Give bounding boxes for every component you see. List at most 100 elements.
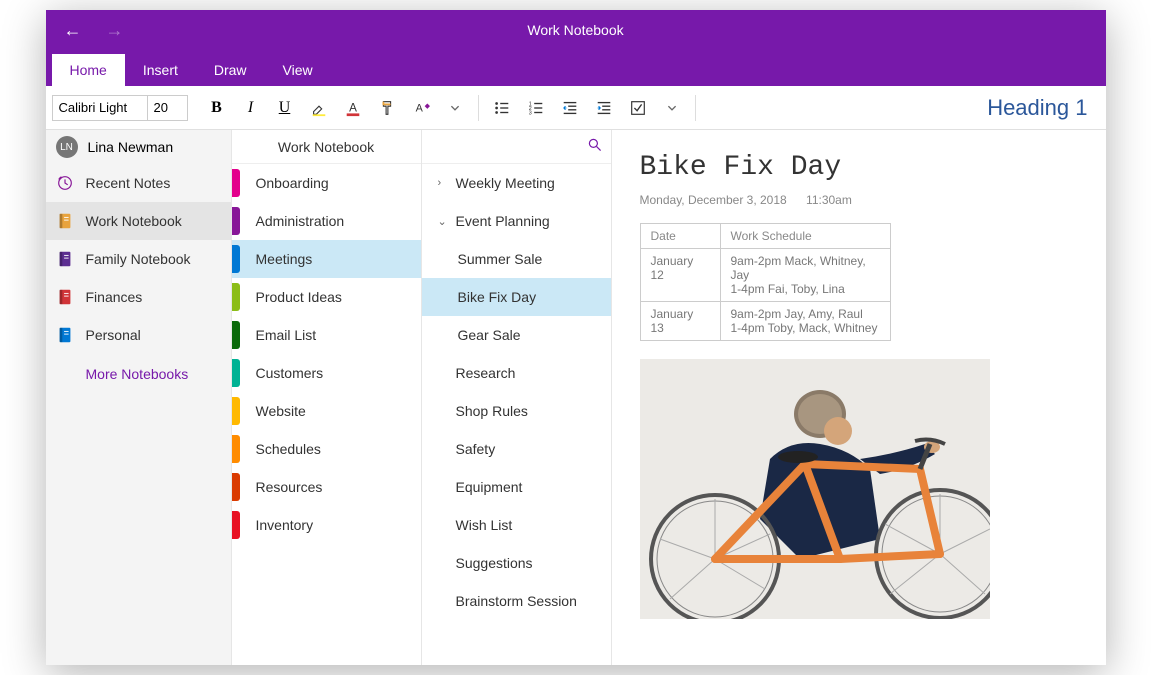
section-color-tab [232, 359, 240, 387]
body-area: LN Lina Newman Recent Notes Work Noteboo… [46, 130, 1106, 665]
svg-text:A: A [415, 102, 423, 114]
table-cell-date: January 13 [640, 302, 720, 341]
section-color-tab [232, 207, 240, 235]
section-label: Customers [256, 365, 324, 381]
outdent-button[interactable] [553, 91, 587, 125]
notebook-icon [56, 326, 74, 344]
font-color-button[interactable]: A [336, 91, 370, 125]
section-item[interactable]: Meetings [232, 240, 421, 278]
highlight-button[interactable] [302, 91, 336, 125]
page-label: Equipment [456, 479, 523, 495]
sections-header: Work Notebook [232, 130, 421, 164]
section-label: Product Ideas [256, 289, 342, 305]
tab-draw[interactable]: Draw [196, 54, 265, 86]
user-row[interactable]: LN Lina Newman [46, 130, 231, 164]
schedule-table[interactable]: Date Work Schedule January 129am-2pm Mac… [640, 223, 891, 341]
section-item[interactable]: Resources [232, 468, 421, 506]
notebook-item[interactable]: Finances [46, 278, 231, 316]
page-item[interactable]: Shop Rules [422, 392, 611, 430]
more-notebooks-link[interactable]: More Notebooks [46, 354, 231, 394]
titlebar: ← → Work Notebook [46, 10, 1106, 50]
number-list-button[interactable]: 123 [519, 91, 553, 125]
chevron-right-icon: › [438, 177, 450, 189]
section-color-tab [232, 397, 240, 425]
section-color-tab [232, 321, 240, 349]
page-item[interactable]: Summer Sale [422, 240, 611, 278]
page-item[interactable]: Brainstorm Session [422, 582, 611, 620]
section-item[interactable]: Customers [232, 354, 421, 392]
section-item[interactable]: Schedules [232, 430, 421, 468]
notebook-label: Finances [86, 289, 143, 305]
page-label: Research [456, 365, 516, 381]
tab-home[interactable]: Home [52, 54, 125, 86]
more-formatting-dropdown[interactable] [438, 91, 472, 125]
notebook-icon [56, 288, 74, 306]
page-label: Bike Fix Day [458, 289, 537, 305]
section-label: Meetings [256, 251, 313, 267]
page-date: Monday, December 3, 2018 11:30am [640, 193, 1078, 207]
search-icon[interactable] [587, 137, 603, 156]
clear-format-button[interactable]: A◆ [404, 91, 438, 125]
page-item[interactable]: ⌄ Event Planning [422, 202, 611, 240]
page-item[interactable]: Equipment [422, 468, 611, 506]
notebook-label: Personal [86, 327, 141, 343]
page-item[interactable]: Safety [422, 430, 611, 468]
section-label: Website [256, 403, 306, 419]
recent-notes[interactable]: Recent Notes [46, 164, 231, 202]
ribbon-separator [478, 95, 479, 121]
table-row[interactable]: January 139am-2pm Jay, Amy, Raul1-4pm To… [640, 302, 890, 341]
svg-text:3: 3 [528, 110, 531, 116]
table-header-schedule: Work Schedule [720, 224, 890, 249]
page-item[interactable]: Wish List [422, 506, 611, 544]
bullet-list-button[interactable] [485, 91, 519, 125]
notebook-item[interactable]: Family Notebook [46, 240, 231, 278]
user-name: Lina Newman [88, 139, 174, 155]
section-color-tab [232, 435, 240, 463]
page-label: Weekly Meeting [456, 175, 555, 191]
table-cell-date: January 12 [640, 249, 720, 302]
page-label: Gear Sale [458, 327, 521, 343]
page-item[interactable]: › Weekly Meeting [422, 164, 611, 202]
page-item[interactable]: Gear Sale [422, 316, 611, 354]
todo-tag-button[interactable] [621, 91, 655, 125]
bold-button[interactable]: B [200, 91, 234, 125]
page-label: Brainstorm Session [456, 593, 577, 609]
section-label: Resources [256, 479, 323, 495]
section-label: Administration [256, 213, 345, 229]
heading-style-selector[interactable]: Heading 1 [987, 95, 1087, 121]
font-name-input[interactable] [52, 95, 148, 121]
underline-button[interactable]: U [268, 91, 302, 125]
section-item[interactable]: Inventory [232, 506, 421, 544]
section-item[interactable]: Product Ideas [232, 278, 421, 316]
back-arrow-icon[interactable]: ← [64, 20, 82, 41]
notebook-item[interactable]: Personal [46, 316, 231, 354]
page-item[interactable]: Research [422, 354, 611, 392]
tab-insert[interactable]: Insert [125, 54, 196, 86]
notebook-item[interactable]: Work Notebook [46, 202, 231, 240]
page-item[interactable]: Bike Fix Day [422, 278, 611, 316]
indent-button[interactable] [587, 91, 621, 125]
section-label: Email List [256, 327, 317, 343]
section-item[interactable]: Website [232, 392, 421, 430]
notebook-icon [56, 212, 74, 230]
content-pane[interactable]: Bike Fix Day Monday, December 3, 2018 11… [612, 130, 1106, 665]
section-item[interactable]: Administration [232, 202, 421, 240]
table-header-date: Date [640, 224, 720, 249]
table-row[interactable]: January 129am-2pm Mack, Whitney, Jay1-4p… [640, 249, 890, 302]
more-paragraph-dropdown[interactable] [655, 91, 689, 125]
recent-notes-label: Recent Notes [86, 175, 171, 191]
page-title[interactable]: Bike Fix Day [640, 152, 1078, 183]
clock-icon [56, 174, 74, 192]
format-painter-button[interactable] [370, 91, 404, 125]
italic-button[interactable]: I [234, 91, 268, 125]
section-item[interactable]: Email List [232, 316, 421, 354]
tab-view[interactable]: View [265, 54, 331, 86]
ribbon-separator [695, 95, 696, 121]
page-label: Summer Sale [458, 251, 543, 267]
page-item[interactable]: Suggestions [422, 544, 611, 582]
section-item[interactable]: Onboarding [232, 164, 421, 202]
font-size-input[interactable] [148, 95, 188, 121]
chevron-down-icon: ⌄ [438, 215, 450, 228]
pages-header [422, 130, 611, 164]
page-label: Event Planning [456, 213, 550, 229]
